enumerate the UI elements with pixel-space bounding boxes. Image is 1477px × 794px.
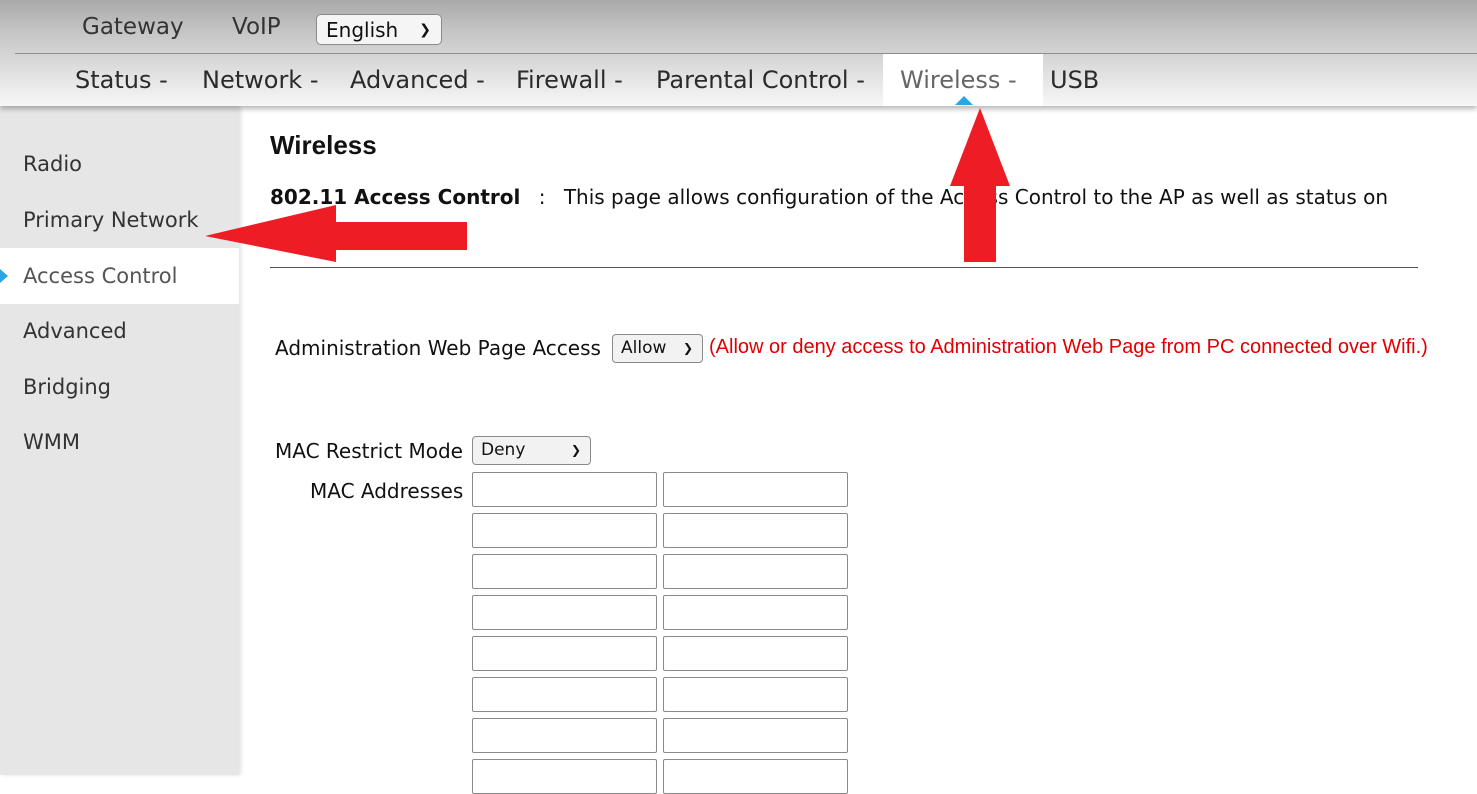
mac-address-input-13[interactable]: [472, 718, 657, 753]
admin-access-select-value: Allow: [621, 338, 667, 358]
description-text: This page allows configuration of the Ac…: [563, 185, 1389, 209]
nav-usb[interactable]: USB: [1050, 54, 1099, 106]
sidebar-item-radio[interactable]: Radio: [0, 136, 239, 192]
mac-address-input-10[interactable]: [663, 636, 848, 671]
chevron-down-icon: ❯: [419, 22, 431, 38]
sidebar-item-label: WMM: [23, 430, 81, 454]
sidebar: Radio Primary Network Access Control Adv…: [0, 106, 239, 775]
mac-address-input-16[interactable]: [663, 759, 848, 794]
nav-status[interactable]: Status -: [75, 54, 168, 106]
admin-access-note: (Allow or deny access to Administration …: [709, 336, 1428, 358]
admin-access-select[interactable]: Allow ❯: [612, 334, 703, 363]
sidebar-item-wmm[interactable]: WMM: [0, 414, 239, 470]
nav-firewall[interactable]: Firewall -: [516, 54, 623, 106]
page-description: 802.11 Access Control : This page allows…: [270, 185, 1388, 209]
mac-address-input-12[interactable]: [663, 677, 848, 712]
sidebar-item-primary-network[interactable]: Primary Network: [0, 192, 239, 248]
nav-network[interactable]: Network -: [202, 54, 319, 106]
chevron-down-icon: ❯: [682, 341, 693, 355]
language-select[interactable]: English ❯: [316, 14, 442, 45]
sidebar-item-label: Advanced: [23, 319, 127, 343]
language-select-value: English: [326, 18, 399, 42]
mac-restrict-select[interactable]: Deny ❯: [472, 436, 591, 465]
section-divider: [270, 267, 1418, 268]
sidebar-item-label: Bridging: [23, 375, 112, 399]
mac-address-input-4[interactable]: [663, 513, 848, 548]
nav-parental-control[interactable]: Parental Control -: [656, 54, 865, 106]
mac-address-input-7[interactable]: [472, 595, 657, 630]
mac-address-input-2[interactable]: [663, 472, 848, 507]
mac-address-input-15[interactable]: [472, 759, 657, 794]
chevron-down-icon: ❯: [570, 443, 581, 457]
mac-address-input-9[interactable]: [472, 636, 657, 671]
sidebar-item-access-control[interactable]: Access Control: [0, 248, 239, 304]
header: Gateway VoIP English ❯ Status - Network …: [0, 0, 1477, 106]
description-separator: :: [538, 185, 546, 209]
sidebar-item-label: Radio: [23, 152, 83, 176]
mac-restrict-select-value: Deny: [481, 440, 526, 460]
active-tab-caret-icon: [955, 96, 973, 105]
mac-addresses-label: MAC Addresses: [310, 479, 464, 503]
nav-advanced[interactable]: Advanced -: [350, 54, 485, 106]
description-heading: 802.11 Access Control: [270, 185, 521, 209]
sidebar-item-bridging[interactable]: Bridging: [0, 359, 239, 415]
main-content: Wireless 802.11 Access Control : This pa…: [240, 106, 1477, 794]
sidebar-item-label: Primary Network: [23, 208, 199, 232]
mac-address-input-3[interactable]: [472, 513, 657, 548]
active-marker-icon: [0, 269, 8, 283]
top-nav-gateway[interactable]: Gateway: [82, 12, 184, 42]
sidebar-item-label: Access Control: [23, 264, 178, 288]
admin-access-label: Administration Web Page Access: [275, 336, 601, 360]
mac-address-input-6[interactable]: [663, 554, 848, 589]
top-nav: Gateway VoIP English ❯: [0, 0, 1477, 54]
mac-restrict-label: MAC Restrict Mode: [275, 439, 463, 463]
mac-address-input-5[interactable]: [472, 554, 657, 589]
top-nav-voip[interactable]: VoIP: [232, 12, 281, 42]
sidebar-item-advanced[interactable]: Advanced: [0, 303, 239, 359]
page-title: Wireless: [270, 130, 377, 160]
main-nav: Status - Network - Advanced - Firewall -…: [0, 54, 1477, 106]
mac-address-input-14[interactable]: [663, 718, 848, 753]
mac-address-input-1[interactable]: [472, 472, 657, 507]
mac-address-input-11[interactable]: [472, 677, 657, 712]
mac-address-input-8[interactable]: [663, 595, 848, 630]
